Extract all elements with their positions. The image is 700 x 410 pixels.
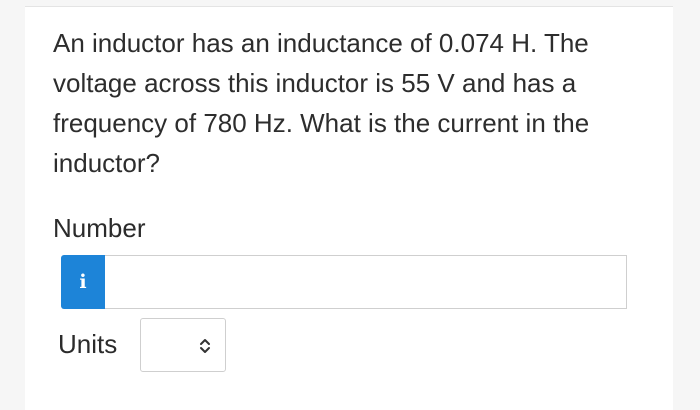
number-answer-row: i xyxy=(61,255,627,309)
units-label: Units xyxy=(58,329,118,359)
number-input[interactable] xyxy=(105,255,627,309)
question-text: An inductor has an inductance of 0.074 H… xyxy=(53,28,590,178)
question-card: An inductor has an inductance of 0.074 H… xyxy=(25,6,673,410)
units-select[interactable] xyxy=(140,318,226,372)
info-icon: i xyxy=(79,271,87,293)
chevron-up-down-icon xyxy=(200,339,210,353)
number-label: Number xyxy=(53,213,146,243)
info-button[interactable]: i xyxy=(61,255,105,309)
